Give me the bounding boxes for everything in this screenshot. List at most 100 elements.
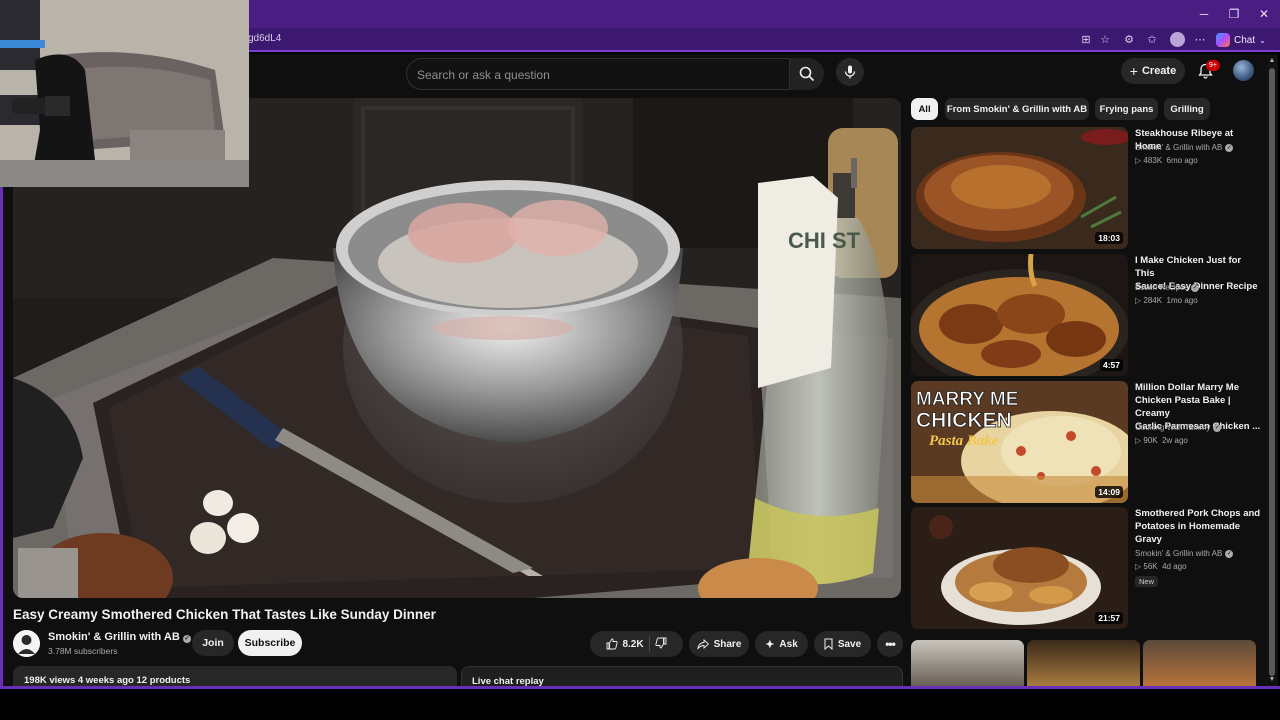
chip-frying-pans[interactable]: Frying pans [1095,98,1158,120]
dislike-button[interactable] [654,637,667,652]
ask-button[interactable]: ✦ Ask [755,631,808,657]
close-button[interactable]: ✕ [1250,4,1278,24]
shorts-thumbnail[interactable] [1143,640,1256,686]
thumb-text-line: CHICKEN [916,409,1012,432]
video-thumbnail[interactable]: 21:57 [911,507,1128,629]
duration-badge: 14:09 [1095,486,1123,498]
copilot-chat-button[interactable]: Chat ⌄ [1216,31,1266,49]
live-chat-label: Live chat replay [472,676,544,686]
like-divider [648,636,650,652]
views-play-icon: ▷ [1135,156,1142,165]
search-placeholder: Search or ask a question [417,68,550,82]
views-play-icon: ▷ [1135,562,1142,571]
rec-channel-name: Cooking With Tammy [1135,423,1211,432]
account-avatar[interactable] [1233,60,1254,81]
verified-check-icon: ✓ [1213,423,1222,432]
rec-meta: ▷ 90K 2w ago [1135,436,1188,445]
rec-channel[interactable]: Smokin' & Grillin with AB ✓ [1135,143,1234,152]
scroll-up-icon[interactable]: ▲ [1268,57,1276,65]
verified-check-icon: ✓ [1225,143,1234,152]
rec-meta: ▷ 483K 6mo ago [1135,156,1198,165]
subscribe-button[interactable]: Subscribe [238,630,302,656]
channel-name[interactable]: Smokin' & Grillin with AB ✓ [48,631,191,643]
voice-search-button[interactable] [836,58,864,86]
like-dislike-group: 8.2K [590,631,683,657]
description-box[interactable]: 198K views 4 weeks ago 12 products [13,666,457,686]
bookmark-icon [824,638,833,650]
microphone-icon [844,65,856,79]
rec-channel[interactable]: Smokin' & Grillin with AB ✓ [1135,549,1234,558]
video-thumbnail[interactable]: MARRY ME CHICKEN Pasta Bake 14:09 [911,381,1128,503]
rec-channel[interactable]: Essen Recipes ✓ [1135,283,1200,292]
recommendation-item[interactable]: 21:57 Smothered Pork Chops and Potatoes … [911,507,1269,629]
url-text[interactable]: gd6dL4 [248,33,281,44]
views-play-icon: ▷ [1135,296,1142,305]
recommendation-item[interactable]: 18:03 Steakhouse Ribeye at Home Smokin' … [911,127,1269,249]
minimize-button[interactable]: ─ [1190,4,1218,24]
rec-title-line: Gravy [1135,534,1162,545]
search-button[interactable] [790,58,824,90]
favorite-star-icon[interactable]: ☆ [1097,32,1113,48]
carton-text: CHI ST [788,228,861,253]
channel-avatar[interactable] [13,630,40,657]
views-play-icon: ▷ [1135,436,1142,445]
share-label: Share [713,638,742,650]
favorites-icon[interactable]: ✩ [1144,32,1160,48]
chip-all[interactable]: All [911,98,938,120]
chip-from-channel[interactable]: From Smokin' & Grillin with AB [945,98,1089,120]
save-button[interactable]: Save [814,631,871,657]
share-button[interactable]: Share [689,631,749,657]
recommendation-item[interactable]: MARRY ME CHICKEN Pasta Bake 14:09 Millio… [911,381,1269,503]
create-button[interactable]: + Create [1121,58,1185,84]
rec-title[interactable]: Smothered Pork Chops and Potatoes in Hom… [1135,507,1261,546]
search-input[interactable]: Search or ask a question [406,58,790,90]
search-icon [799,66,815,82]
scrollbar-thumb[interactable] [1269,68,1275,676]
shorts-thumbnail[interactable] [1027,640,1140,686]
restore-button[interactable]: ❐ [1220,4,1248,24]
profile-avatar[interactable] [1170,32,1185,47]
shorts-thumbnail[interactable] [911,640,1024,686]
live-chat-replay[interactable]: Live chat replay [461,666,903,686]
scroll-down-icon[interactable]: ▼ [1268,676,1276,684]
subscriber-count: 3.78M subscribers [48,646,118,656]
channel-name-text: Smokin' & Grillin with AB [48,631,180,643]
notification-count-badge: 9+ [1206,60,1220,71]
video-thumbnail[interactable]: 4:57 [911,254,1128,376]
thumbnail-image: MARRY ME CHICKEN Pasta Bake [911,381,1128,503]
chip-grilling[interactable]: Grilling [1164,98,1210,120]
verified-check-icon: ✓ [1191,283,1200,292]
copilot-icon [1216,33,1230,47]
thumbnail-image [911,254,1128,376]
rec-age: 6mo ago [1166,156,1198,165]
video-thumbnail[interactable]: 18:03 [911,127,1128,249]
save-label: Save [837,638,862,650]
join-button[interactable]: Join [192,630,234,656]
duration-badge: 18:03 [1095,232,1123,244]
rec-age: 4d ago [1162,562,1187,571]
description-meta: 198K views 4 weeks ago 12 products [24,675,191,686]
duration-badge: 4:57 [1099,359,1123,371]
page-scrollbar[interactable]: ▲ ▼ [1266,54,1278,686]
rec-views: 90K [1143,436,1158,445]
verified-check-icon: ✓ [1225,549,1234,558]
more-actions-button[interactable]: ••• [877,631,903,657]
chevron-down-icon: ⌄ [1259,35,1266,45]
new-badge: New [1135,576,1159,587]
like-count: 8.2K [622,638,644,650]
apps-icon[interactable]: ⊞ [1078,32,1094,48]
more-menu-icon[interactable]: ⋯ [1192,32,1208,48]
rec-channel-name: Smokin' & Grillin with AB [1135,549,1223,558]
video-title: Easy Creamy Smothered Chicken That Taste… [13,607,436,622]
like-button[interactable]: 8.2K [606,638,644,650]
rec-title-line: Chicken Pasta Bake | Creamy [1135,395,1231,419]
rec-age: 2w ago [1162,436,1188,445]
thumbnail-image [911,507,1128,629]
thumbs-down-icon [654,637,667,648]
rec-channel[interactable]: Cooking With Tammy ✓ [1135,423,1222,432]
rec-views: 284K [1143,296,1163,305]
webcam-overlay [0,0,249,187]
create-label: Create [1141,65,1177,77]
recommendation-item[interactable]: 4:57 I Make Chicken Just for This Sauce!… [911,254,1269,376]
extensions-icon[interactable]: ⚙ [1121,32,1137,48]
